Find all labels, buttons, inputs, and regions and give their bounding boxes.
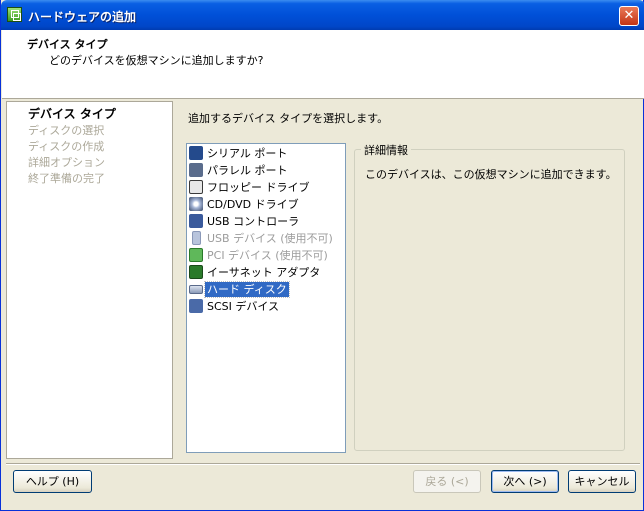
close-button[interactable]: ✕ <box>619 6 639 26</box>
info-text: このデバイスは、この仮想マシンに追加できます。 <box>365 168 617 181</box>
device-item-cd-dvd-drive[interactable]: CD/DVD ドライブ <box>188 196 344 213</box>
footer-separator <box>6 463 640 465</box>
device-label: シリアル ポート <box>207 147 288 160</box>
device-label: CD/DVD ドライブ <box>207 198 299 211</box>
header-subtitle: どのデバイスを仮想マシンに追加しますか? <box>49 54 264 67</box>
step-create-disk: ディスクの作成 <box>28 140 105 153</box>
device-label: SCSI デバイス <box>207 300 280 313</box>
device-item-usb-controller[interactable]: USB コントローラ <box>188 213 344 230</box>
back-button: 戻る (<) <box>413 470 481 493</box>
help-button[interactable]: ヘルプ (H) <box>13 470 92 493</box>
hard-disk-icon <box>189 285 203 294</box>
scsi-device-icon <box>189 299 203 313</box>
cd-dvd-drive-icon <box>189 197 203 211</box>
device-item-ethernet-adapter[interactable]: イーサネット アダプタ <box>188 264 344 281</box>
device-label: イーサネット アダプタ <box>207 266 321 279</box>
wizard-steps-panel: デバイス タイプ ディスクの選択 ディスクの作成 詳細オプション 終了準備の完了 <box>6 101 173 459</box>
instruction-text: 追加するデバイス タイプを選択します。 <box>188 112 389 125</box>
header-title: デバイス タイプ <box>27 38 108 51</box>
device-item-serial-port[interactable]: シリアル ポート <box>188 145 344 162</box>
device-label: フロッピー ドライブ <box>207 181 310 194</box>
floppy-drive-icon <box>189 180 203 194</box>
device-item-hard-disk[interactable]: ハード ディスク <box>188 281 344 298</box>
step-select-disk: ディスクの選択 <box>28 124 105 137</box>
ethernet-adapter-icon <box>189 265 203 279</box>
window-title: ハードウェアの追加 <box>28 10 137 24</box>
cancel-button[interactable]: キャンセル <box>568 470 636 493</box>
device-item-parallel-port[interactable]: パラレル ポート <box>188 162 344 179</box>
wizard-header: デバイス タイプ どのデバイスを仮想マシンに追加しますか? <box>2 30 644 99</box>
info-group-title: 詳細情報 <box>361 142 411 158</box>
add-hardware-window: ハードウェアの追加 ✕ デバイス タイプ どのデバイスを仮想マシンに追加しますか… <box>0 0 644 511</box>
step-device-type: デバイス タイプ <box>28 107 116 121</box>
device-label: ハード ディスク <box>204 281 290 298</box>
vm-app-icon <box>7 7 22 22</box>
step-ready-to-complete: 終了準備の完了 <box>28 172 105 185</box>
device-label: パラレル ポート <box>207 164 288 177</box>
device-item-usb-device: USB デバイス (使用不可) <box>188 230 344 247</box>
title-bar[interactable]: ハードウェアの追加 ✕ <box>1 0 644 30</box>
usb-device-icon <box>192 231 201 245</box>
device-label: USB コントローラ <box>207 215 300 228</box>
device-label: USB デバイス (使用不可) <box>207 232 333 245</box>
device-type-list[interactable]: シリアル ポート パラレル ポート フロッピー ドライブ CD/DVD ドライブ… <box>186 143 346 453</box>
device-label: PCI デバイス (使用不可) <box>207 249 328 262</box>
pci-device-icon <box>189 248 203 262</box>
info-groupbox <box>354 149 625 451</box>
usb-controller-icon <box>189 214 203 228</box>
device-item-floppy-drive[interactable]: フロッピー ドライブ <box>188 179 344 196</box>
device-item-pci-device: PCI デバイス (使用不可) <box>188 247 344 264</box>
device-item-scsi-device[interactable]: SCSI デバイス <box>188 298 344 315</box>
parallel-port-icon <box>189 163 203 177</box>
step-advanced-options: 詳細オプション <box>28 156 105 169</box>
next-button[interactable]: 次へ (>) <box>491 470 559 493</box>
serial-port-icon <box>189 146 203 160</box>
